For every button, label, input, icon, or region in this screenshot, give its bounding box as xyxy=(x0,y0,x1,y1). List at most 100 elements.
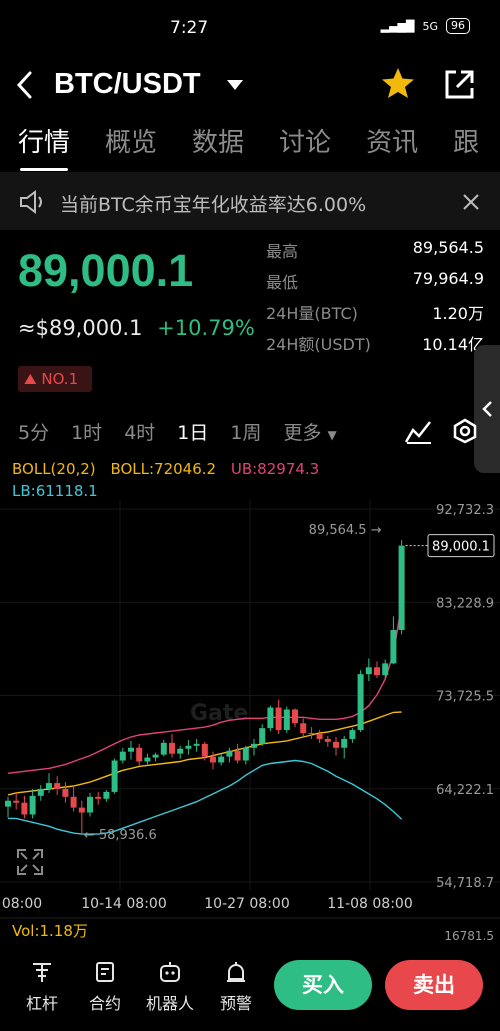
candle-body xyxy=(29,795,36,815)
candle-body xyxy=(341,738,348,748)
period-1w[interactable]: 1周 xyxy=(230,418,261,445)
stat-high: 最高 89,564.5 xyxy=(266,238,484,269)
status-time: 7:27 xyxy=(170,18,209,38)
rank-chart-icon: ⛰ xyxy=(24,370,37,388)
stat-label: 24H额(USDT) xyxy=(266,335,371,354)
candle-body xyxy=(152,754,159,758)
candle-body xyxy=(308,733,315,735)
stat-low: 最低 79,964.9 xyxy=(266,269,484,300)
candle-body xyxy=(87,796,93,813)
period-more[interactable]: 更多 ▼ xyxy=(283,418,336,445)
lb-value: LB:61118.1 xyxy=(12,482,98,500)
candle-body xyxy=(267,707,274,729)
period-4h[interactable]: 4时 xyxy=(124,418,155,445)
tool-contract[interactable]: 合约 xyxy=(75,960,135,1014)
fullscreen-icon[interactable] xyxy=(17,849,43,875)
candle-body xyxy=(95,796,102,799)
notice-text: 当前BTC余币宝年化收益率达6.00% xyxy=(60,194,367,216)
stat-label: 24H量(BTC) xyxy=(266,304,358,323)
sell-button[interactable]: 卖出 xyxy=(385,960,483,1010)
period-selector: 5分 1时 4时 1日 1周 更多 ▼ xyxy=(18,418,337,445)
candle-body xyxy=(103,791,110,799)
network-label: 5G xyxy=(422,19,438,33)
boll-value: BOLL:72046.2 xyxy=(110,460,217,478)
status-bar: 7:27 ▂▄▆█ 5G 96 xyxy=(0,0,500,58)
tool-robot-label: 机器人 xyxy=(145,994,194,1013)
contract-icon xyxy=(75,960,135,990)
caret-down-icon: ▼ xyxy=(327,428,337,442)
candle-body xyxy=(54,783,61,789)
period-5m[interactable]: 5分 xyxy=(18,418,49,445)
share-icon[interactable] xyxy=(442,68,476,102)
back-icon[interactable] xyxy=(14,70,36,100)
candle-body xyxy=(46,783,52,789)
candle-body xyxy=(78,807,85,813)
settings-icon[interactable] xyxy=(452,418,478,444)
tab-data[interactable]: 数据 xyxy=(192,122,244,159)
candle-body xyxy=(210,756,216,763)
close-icon[interactable] xyxy=(462,193,480,211)
stat-turnover: 24H额(USDT) 10.14亿 xyxy=(266,331,484,362)
candle-body xyxy=(128,747,134,752)
x-tick-label: 10-14 08:00 xyxy=(81,896,166,912)
last-price: 89,000.1 xyxy=(18,245,194,296)
tab-follow[interactable]: 跟 xyxy=(453,122,479,159)
candle-body xyxy=(382,663,389,676)
y-tick-label: 73,725.5 xyxy=(436,690,494,705)
candle-body xyxy=(5,800,11,807)
status-icons: ▂▄▆█ 5G 96 xyxy=(381,18,470,34)
candle-body xyxy=(226,750,233,757)
tool-robot[interactable]: 机器人 xyxy=(140,960,200,1014)
tab-overview[interactable]: 概览 xyxy=(105,122,157,159)
price-change: +10.79% xyxy=(157,316,255,340)
tool-alert-label: 预警 xyxy=(219,994,252,1013)
tab-discussion[interactable]: 讨论 xyxy=(279,122,331,159)
candle-body xyxy=(365,667,372,675)
candle-body xyxy=(70,796,77,808)
stat-label: 最高 xyxy=(266,242,299,261)
tool-margin-label: 杠杆 xyxy=(25,994,58,1013)
side-panel-handle[interactable] xyxy=(474,345,500,473)
candle-body xyxy=(398,545,405,631)
favorite-star-icon[interactable] xyxy=(380,66,416,100)
dropdown-icon[interactable] xyxy=(226,78,244,92)
chart-grid: 92,732.3 83,228.9 73,725.5 64,222.1 54,718.7… xyxy=(0,500,500,919)
candle-body xyxy=(357,674,364,731)
candle-body xyxy=(390,630,397,664)
buy-button[interactable]: 买入 xyxy=(274,960,372,1010)
indicator-icon[interactable] xyxy=(404,418,432,444)
period-more-label: 更多 xyxy=(283,422,322,444)
pair-header: BTC/USDT xyxy=(0,60,500,110)
y-tick-label: 64,222.1 xyxy=(436,783,494,798)
volume-axis-label: 16781.5 xyxy=(444,929,494,943)
candle-body xyxy=(21,802,28,815)
tool-alert[interactable]: 预警 xyxy=(206,960,266,1014)
candle-body xyxy=(160,742,167,755)
candle-body xyxy=(136,747,143,762)
candle-body xyxy=(300,723,307,734)
stat-value: 89,564.5 xyxy=(412,238,484,257)
candle-body xyxy=(374,667,380,676)
volume-label: Vol:1.18万 xyxy=(12,922,88,940)
tab-market[interactable]: 行情 xyxy=(18,122,70,171)
margin-icon xyxy=(12,960,72,990)
fiat-price: ≈$89,000.1 xyxy=(18,316,143,340)
low-label: ← 58,936.6 xyxy=(84,828,157,843)
pair-title[interactable]: BTC/USDT xyxy=(54,68,201,101)
main-tabs: 行情 概览 数据 讨论 资讯 跟 xyxy=(18,122,479,171)
y-tick-label: 54,718.7 xyxy=(436,876,494,891)
period-1d[interactable]: 1日 xyxy=(177,418,208,445)
candle-body xyxy=(251,743,257,748)
period-1h[interactable]: 1时 xyxy=(71,418,102,445)
boll-params: BOLL(20,2) xyxy=(12,460,96,478)
tool-margin[interactable]: 杠杆 xyxy=(12,960,72,1014)
candlestick-chart[interactable]: 92,732.3 83,228.9 73,725.5 64,222.1 54,718.7… xyxy=(0,500,500,948)
rank-badge[interactable]: ⛰ NO.1 xyxy=(18,366,92,392)
tab-news[interactable]: 资讯 xyxy=(366,122,418,159)
candle-body xyxy=(13,800,20,803)
alert-icon xyxy=(206,960,266,990)
ticker-stats: 最高 89,564.5 最低 79,964.9 24H量(BTC) 1.20万 24H… xyxy=(266,238,484,362)
notice-bar[interactable]: 当前BTC余币宝年化收益率达6.00% xyxy=(0,172,500,230)
candle-body xyxy=(259,728,266,744)
speaker-icon xyxy=(20,190,42,214)
